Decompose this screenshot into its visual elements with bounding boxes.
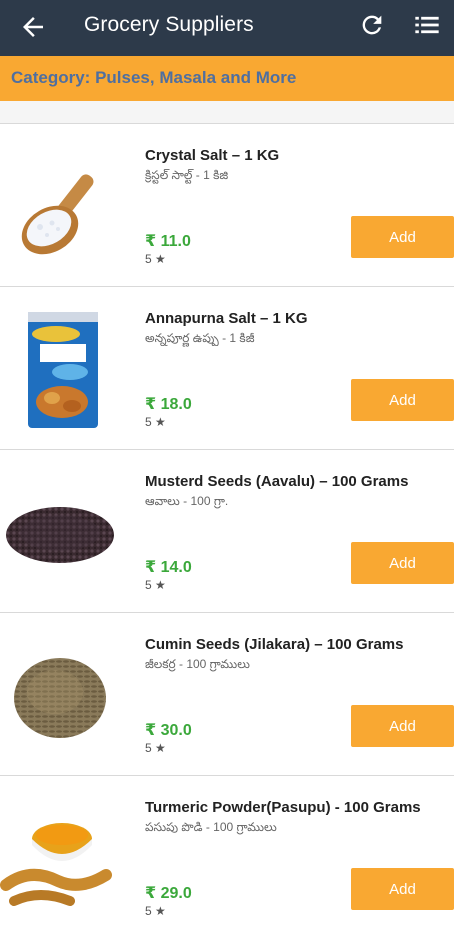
product-price: ₹ 14.0 xyxy=(145,559,192,576)
product-price: ₹ 11.0 xyxy=(145,233,191,250)
product-local-name: పసుపు పొడి - 100 గ్రాములు xyxy=(145,820,277,834)
product-image-turmeric xyxy=(0,797,122,919)
add-button[interactable]: Add xyxy=(351,542,454,584)
product-card[interactable]: Crystal Salt – 1 KG క్రిస్టల్ సాల్ట్ - 1… xyxy=(0,123,454,286)
product-local-name: క్రిస్టల్ సాల్ట్ - 1 కిజి xyxy=(145,168,229,182)
product-image-mustard-seeds xyxy=(0,471,122,593)
refresh-icon[interactable] xyxy=(358,11,386,39)
product-name: Cumin Seeds (Jilakara) – 100 Grams xyxy=(145,636,404,653)
product-image-salt-scoop xyxy=(0,145,122,267)
product-name: Musterd Seeds (Aavalu) – 100 Grams xyxy=(145,473,409,490)
product-rating: 5 ★ xyxy=(145,741,166,755)
product-name: Annapurna Salt – 1 KG xyxy=(145,310,308,327)
app-bar: Grocery Suppliers xyxy=(0,0,454,56)
product-card[interactable]: Turmeric Powder(Pasupu) - 100 Grams పసుప… xyxy=(0,775,454,938)
add-button[interactable]: Add xyxy=(351,705,454,747)
product-rating: 5 ★ xyxy=(145,904,166,918)
product-image-cumin-seeds xyxy=(0,634,122,756)
add-button[interactable]: Add xyxy=(351,868,454,910)
list-menu-icon[interactable] xyxy=(412,11,442,39)
page-title: Grocery Suppliers xyxy=(84,13,254,36)
product-card[interactable]: Annapurna Salt – 1 KG అన్నపూర్ణ ఉప్పు - … xyxy=(0,286,454,449)
product-rating: 5 ★ xyxy=(145,578,166,592)
product-name: Crystal Salt – 1 KG xyxy=(145,147,280,164)
product-card[interactable]: Musterd Seeds (Aavalu) – 100 Grams ఆవాలు… xyxy=(0,449,454,612)
product-list: Crystal Salt – 1 KG క్రిస్టల్ సాల్ట్ - 1… xyxy=(0,123,454,938)
list-spacer xyxy=(0,101,454,123)
product-image-salt-packet xyxy=(0,308,122,430)
product-local-name: ఆవాలు - 100 గ్రా. xyxy=(145,494,229,508)
arrow-left-icon[interactable] xyxy=(18,12,48,42)
category-label: Category: Pulses, Masala and More xyxy=(11,68,297,87)
category-banner: Category: Pulses, Masala and More xyxy=(0,56,454,101)
product-price: ₹ 18.0 xyxy=(145,396,192,413)
product-name: Turmeric Powder(Pasupu) - 100 Grams xyxy=(145,799,421,816)
product-card[interactable]: Cumin Seeds (Jilakara) – 100 Grams జీలకర… xyxy=(0,612,454,775)
product-local-name: అన్నపూర్ణ ఉప్పు - 1 కిజీ xyxy=(145,331,255,345)
product-price: ₹ 30.0 xyxy=(145,722,192,739)
product-local-name: జీలకర్ర - 100 గ్రాములు xyxy=(145,657,250,671)
product-rating: 5 ★ xyxy=(145,252,166,266)
add-button[interactable]: Add xyxy=(351,216,454,258)
add-button[interactable]: Add xyxy=(351,379,454,421)
product-rating: 5 ★ xyxy=(145,415,166,429)
product-price: ₹ 29.0 xyxy=(145,885,192,902)
